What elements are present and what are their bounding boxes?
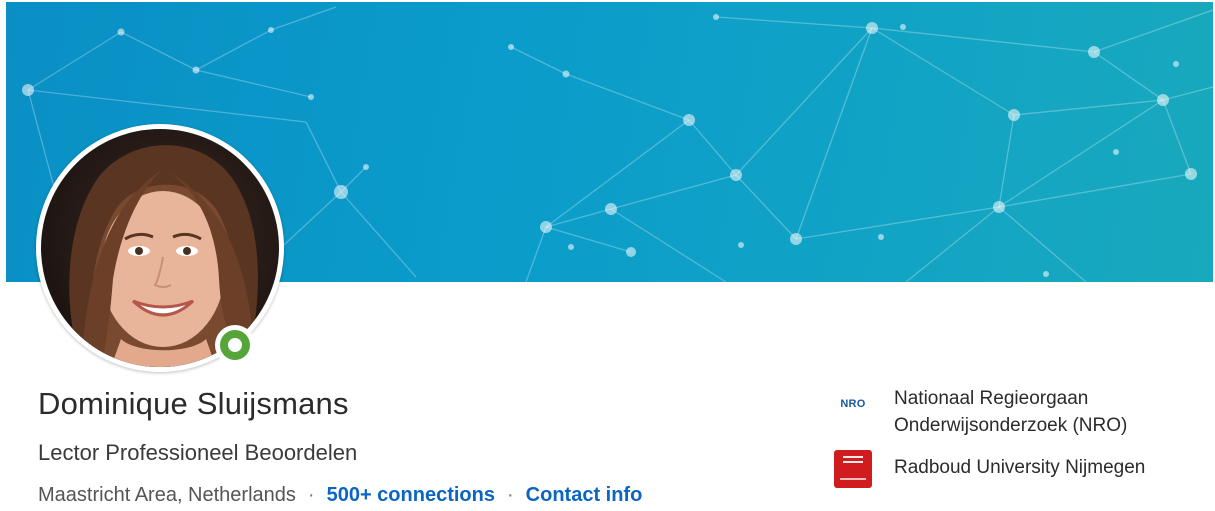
- org-item-radboud[interactable]: Radboud University Nijmegen: [834, 450, 1145, 488]
- profile-meta-line: Maastricht Area, Netherlands · 500+ connec…: [38, 484, 642, 507]
- org-item-nro[interactable]: NRO Nationaal Regieorgaan Onderwijsonder…: [834, 385, 1127, 439]
- org-name: Radboud University Nijmegen: [894, 457, 1146, 478]
- separator: ·: [506, 484, 514, 506]
- connections-link[interactable]: 500+ connections: [327, 484, 495, 506]
- profile-name: Dominique Sluijsmans: [38, 386, 349, 421]
- separator: ·: [307, 484, 315, 506]
- nro-logo-text: NRO: [840, 398, 866, 410]
- contact-info-link[interactable]: Contact info: [526, 484, 643, 506]
- online-status-icon: [215, 325, 255, 365]
- nro-logo-icon: NRO: [834, 385, 872, 423]
- radboud-logo-icon: [834, 450, 872, 488]
- org-name-line: Onderwijsonderzoek (NRO): [894, 415, 1128, 436]
- org-name: Nationaal Regieorgaan Onderwijsonderzoek…: [894, 385, 1127, 439]
- org-name-line: Nationaal Regieorgaan: [894, 388, 1089, 409]
- profile-location: Maastricht Area, Netherlands: [38, 484, 296, 506]
- profile-headline: Lector Professioneel Beoordelen: [38, 440, 358, 465]
